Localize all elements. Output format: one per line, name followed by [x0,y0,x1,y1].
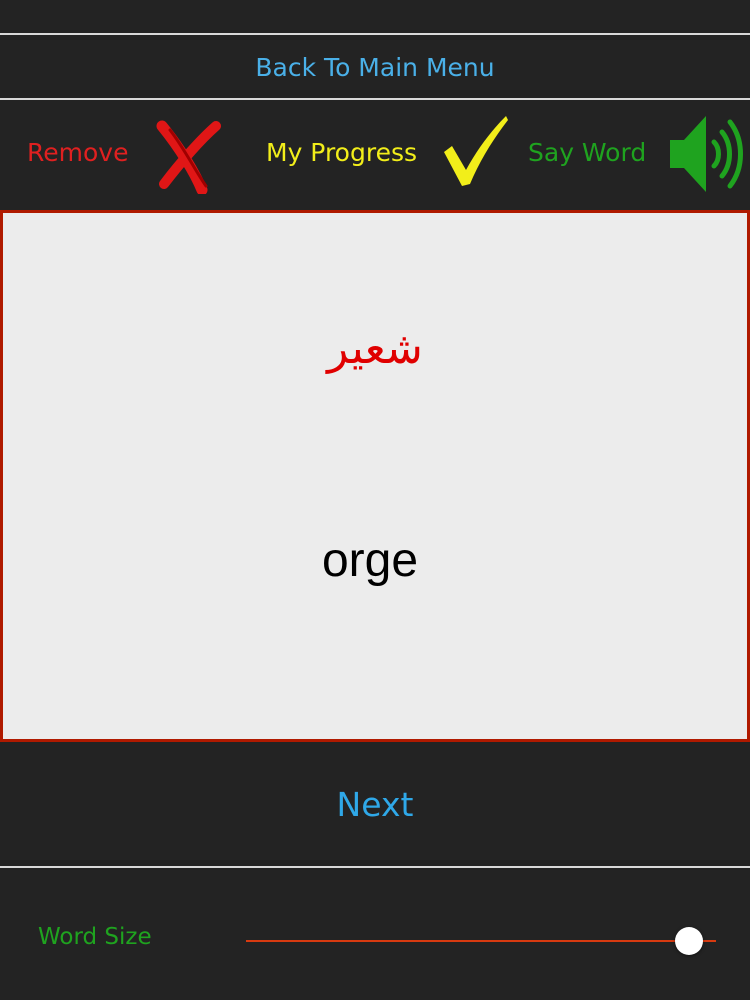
slider-thumb[interactable] [674,927,703,955]
word-size-slider[interactable] [246,926,716,956]
remove-button[interactable]: Remove [27,138,128,167]
say-word-button[interactable]: Say Word [528,138,646,167]
divider-top [0,33,750,35]
toolbar: Remove My Progress Say Word [0,100,750,210]
back-to-main-menu-button[interactable]: Back To Main Menu [255,53,494,82]
red-x-icon[interactable] [150,118,226,196]
yellow-checkmark-icon[interactable] [438,112,510,190]
my-progress-button[interactable]: My Progress [266,138,417,167]
word-size-label: Word Size [38,924,152,950]
slider-track [246,940,716,942]
speaker-icon[interactable] [668,112,744,196]
next-button[interactable]: Next [337,785,414,824]
word-size-section: Word Size [0,868,750,1000]
top-strip [0,0,750,34]
back-row: Back To Main Menu [0,36,750,98]
flashcard: شعير orge [0,210,750,742]
arabic-word: شعير [327,323,423,374]
next-row: Next [0,742,750,866]
translation-word: orge [321,534,419,587]
